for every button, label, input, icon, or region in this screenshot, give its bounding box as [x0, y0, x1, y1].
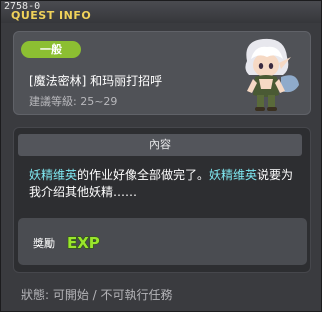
exp-icon-text: EXP — [67, 234, 100, 251]
description-segment: 妖精维英 — [29, 168, 78, 182]
quest-info-window: 2758-0 QUEST INFO 一般 [魔法密林] 和玛丽打招呼 建議等級:… — [0, 0, 322, 312]
reward-label: 獎勵 — [33, 237, 55, 250]
npc-fairy-portrait-icon — [245, 38, 299, 111]
quest-name: [魔法密林] 和玛丽打招呼 — [29, 74, 163, 88]
quest-category-badge: 一般 — [21, 41, 81, 58]
quest-recommended-level: 建議等級: 25~29 — [29, 95, 118, 108]
content-header: 內容 — [18, 134, 302, 156]
quest-status: 狀態: 可開始 / 不可執行任務 — [21, 288, 173, 302]
reward-box — [18, 218, 307, 265]
window-title: QUEST INFO — [11, 9, 92, 22]
description-segment: 的作业好像全部做完了。 — [77, 168, 210, 182]
title-bar[interactable]: 2758-0 QUEST INFO — [1, 1, 321, 23]
quest-description: 妖精维英的作业好像全部做完了。妖精维英说要为我介绍其他妖精…… — [29, 167, 301, 201]
exp-icon: EXP — [66, 233, 100, 251]
description-segment: 妖精维英 — [209, 168, 258, 182]
